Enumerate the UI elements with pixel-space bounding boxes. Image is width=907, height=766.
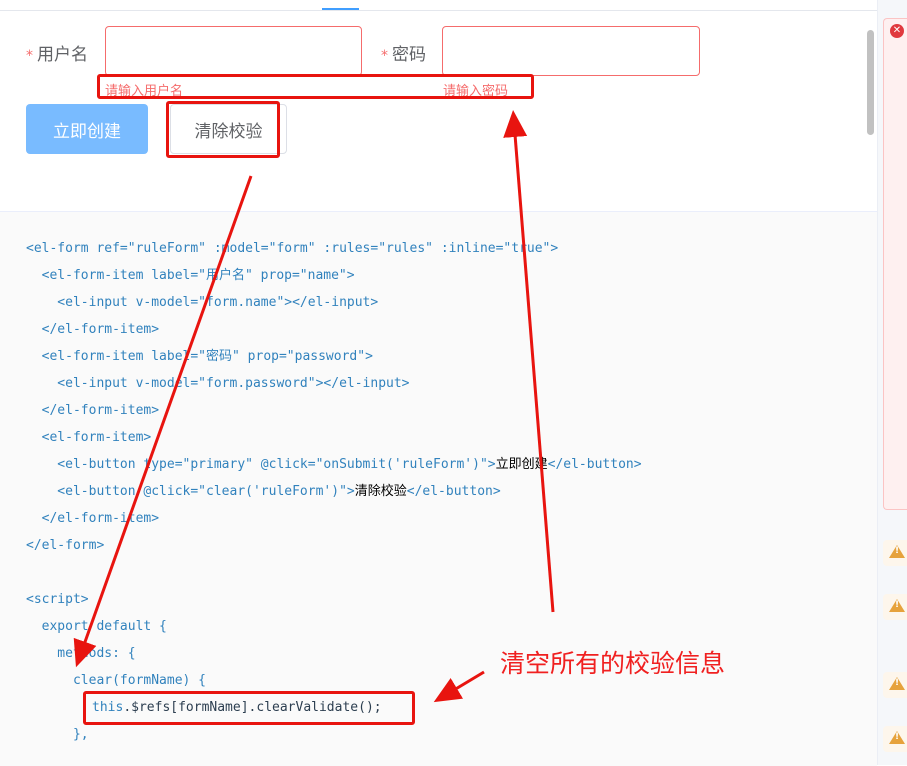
code-line: <script> <box>26 592 89 607</box>
code-line: <el-form-item label="用户名" prop="name"> <box>26 268 355 283</box>
code-line: }, <box>26 727 89 742</box>
code-line: <el-input v-model="form.password"></el-i… <box>26 376 410 391</box>
code-line: </el-form-item> <box>26 511 160 526</box>
code-line: <el-form-item label="密码" prop="password"… <box>26 349 373 364</box>
console-error-entry[interactable] <box>883 18 907 510</box>
required-mark: * <box>381 48 388 64</box>
submit-button[interactable]: 立即创建 <box>26 104 148 154</box>
required-mark: * <box>26 48 33 64</box>
code-line: <el-button @click="clear('ruleForm')">清除… <box>26 484 501 499</box>
error-messages-highlight <box>97 74 534 99</box>
code-line: clear(formName) { <box>26 673 207 688</box>
password-input[interactable] <box>442 26 700 76</box>
code-line: <el-form ref="ruleForm" :model="form" :r… <box>26 241 559 256</box>
code-line: <el-button type="primary" @click="onSubm… <box>26 457 642 472</box>
code-line: </el-form> <box>26 538 105 553</box>
annotation-text: 清空所有的校验信息 <box>500 649 726 678</box>
code-line: methods: { <box>26 646 136 661</box>
code-block: <el-form ref="ruleForm" :model="form" :r… <box>0 211 877 766</box>
username-input[interactable] <box>105 26 362 76</box>
circle-x-icon: ✕ <box>890 24 904 38</box>
code-line: </el-form-item> <box>26 403 160 418</box>
tab-divider <box>0 10 877 11</box>
clear-button-highlight <box>166 101 280 158</box>
scrollbar-thumb[interactable] <box>867 30 874 135</box>
clear-validate-code-highlight <box>83 691 415 725</box>
code-line: </el-form-item> <box>26 322 160 337</box>
password-label: * 密码 <box>381 45 426 65</box>
code-line: <el-input v-model="form.name"></el-input… <box>26 295 379 310</box>
code-line: export default { <box>26 619 167 634</box>
code-line: <el-form-item> <box>26 430 152 445</box>
username-label: * 用户名 <box>26 45 88 65</box>
